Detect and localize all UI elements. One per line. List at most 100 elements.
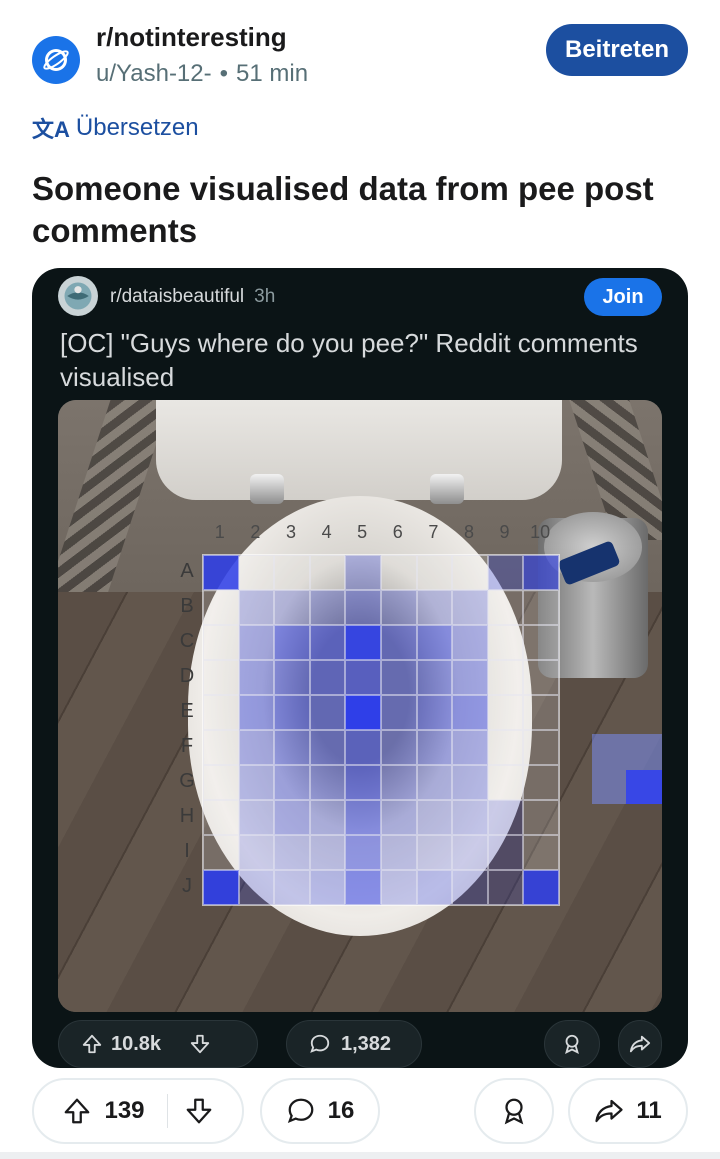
heatmap-cell: [203, 625, 239, 660]
upvote-count: 139: [104, 1097, 145, 1124]
subreddit-avatar[interactable]: [32, 36, 80, 84]
heatmap-cell: [487, 870, 524, 905]
author-name[interactable]: u/Yash-12-: [96, 60, 212, 87]
translate-icon: 文A: [32, 117, 70, 142]
heatmap-cell: [380, 695, 417, 730]
heatmap-cell: [203, 590, 239, 625]
join-button[interactable]: Beitreten: [546, 24, 688, 76]
heatmap-cell: [238, 555, 275, 590]
heatmap-cell: [380, 660, 417, 695]
row-labels: ABCDEFGHIJ: [174, 554, 200, 904]
hinge-right: [430, 474, 464, 504]
heatmap-cell: [380, 800, 417, 835]
heatmap-cell: [523, 695, 559, 730]
heatmap-cell: [523, 835, 559, 870]
heatmap-cell: [380, 625, 417, 660]
embed-subreddit-avatar: [58, 276, 98, 316]
downvote-icon: [190, 1034, 210, 1054]
subreddit-name[interactable]: r/notinteresting: [96, 22, 287, 53]
heatmap-cell: [309, 695, 346, 730]
heatmap-cell: [203, 800, 239, 835]
heatmap-cell: [345, 870, 381, 905]
heatmap-cell: [309, 590, 346, 625]
heatmap-cell: [523, 870, 559, 905]
column-label: 7: [428, 522, 439, 542]
vote-pill: 139: [32, 1078, 244, 1144]
column-label: 5: [357, 522, 368, 542]
heatmap-cell: [274, 870, 310, 905]
heatmap-cell: [487, 695, 524, 730]
column-label: 10: [530, 522, 551, 542]
heatmap-cell: [238, 660, 275, 695]
heatmap-cell: [380, 765, 417, 800]
heatmap-cell: [309, 800, 346, 835]
embed-subreddit-name: r/dataisbeautiful: [110, 286, 245, 307]
heatmap-cell: [309, 660, 346, 695]
heatmap-cell: [309, 835, 346, 870]
bottom-divider: [0, 1152, 720, 1159]
row-label: A: [180, 560, 194, 582]
heatmap-cell: [452, 625, 488, 660]
heatmap-cell: [345, 800, 381, 835]
heatmap-cell: [203, 695, 239, 730]
downvote-button[interactable]: [184, 1096, 214, 1126]
vote-divider: [166, 1094, 168, 1128]
heatmap-cell: [523, 660, 559, 695]
embed-action-bar: 10.8k 1,382: [58, 1020, 662, 1068]
heatmap-cell: [345, 555, 381, 590]
heatmap-cell: [523, 730, 559, 765]
heatmap-cell: [274, 660, 310, 695]
heatmap-cell: [309, 730, 346, 765]
row-label: G: [179, 770, 195, 792]
heatmap-cell: [523, 590, 559, 625]
share-button[interactable]: 11: [568, 1078, 688, 1144]
upvote-icon: [82, 1034, 102, 1054]
heatmap-cell: [452, 555, 488, 590]
embed-subreddit: r/dataisbeautiful 3h: [110, 286, 275, 308]
heatmap-cell: [274, 625, 310, 660]
post-title[interactable]: Someone visualised data from pee post co…: [32, 168, 688, 252]
globe-icon: [64, 282, 92, 310]
heatmap-cell: [380, 590, 417, 625]
heatmap-cell: [380, 730, 417, 765]
embed-join-button: Join: [584, 278, 662, 316]
heatmap-cell: [452, 695, 488, 730]
heatmap-cell: [203, 555, 239, 590]
heatmap-cell: [416, 660, 453, 695]
post-meta: u/Yash-12- • 51 min: [96, 60, 308, 88]
heatmap-cell: [523, 625, 559, 660]
embed-share-pill: [618, 1020, 662, 1068]
embed-vote-pill: 10.8k: [58, 1020, 258, 1068]
heatmap-cell: [523, 800, 559, 835]
heatmap-cell: [238, 590, 275, 625]
award-button[interactable]: [474, 1078, 554, 1144]
heatmap-cell: [274, 695, 310, 730]
heatmap-cell: [416, 590, 453, 625]
comments-button[interactable]: 16: [260, 1078, 380, 1144]
post-image[interactable]: r/dataisbeautiful 3h Join [OC] "Guys wher…: [32, 268, 688, 1068]
heatmap-cell: [416, 695, 453, 730]
heatmap-cell: [274, 730, 310, 765]
heatmap-cell: [238, 730, 275, 765]
embed-award-pill: [544, 1020, 600, 1068]
embed-age: 3h: [254, 286, 276, 307]
heatmap-cell: [487, 730, 524, 765]
upvote-button[interactable]: [62, 1096, 92, 1126]
heatmap-cell: [238, 625, 275, 660]
heatmap-cell: [274, 835, 310, 870]
translate-button[interactable]: 文A Übersetzen: [32, 112, 199, 144]
heatmap-cell: [238, 800, 275, 835]
row-label: H: [179, 805, 195, 827]
heatmap-cell: [203, 835, 239, 870]
heatmap-cell: [452, 870, 488, 905]
heatmap-cell: [452, 765, 488, 800]
column-label: 6: [392, 522, 403, 542]
heatmap-cell: [309, 555, 346, 590]
heat-cell-outside-strong: [626, 770, 662, 804]
heatmap-cell: [238, 765, 275, 800]
heatmap-cell: [416, 800, 453, 835]
heatmap-cell: [452, 800, 488, 835]
heatmap-cell: [487, 765, 524, 800]
heatmap-cell: [274, 555, 310, 590]
share-count: 11: [636, 1097, 662, 1124]
